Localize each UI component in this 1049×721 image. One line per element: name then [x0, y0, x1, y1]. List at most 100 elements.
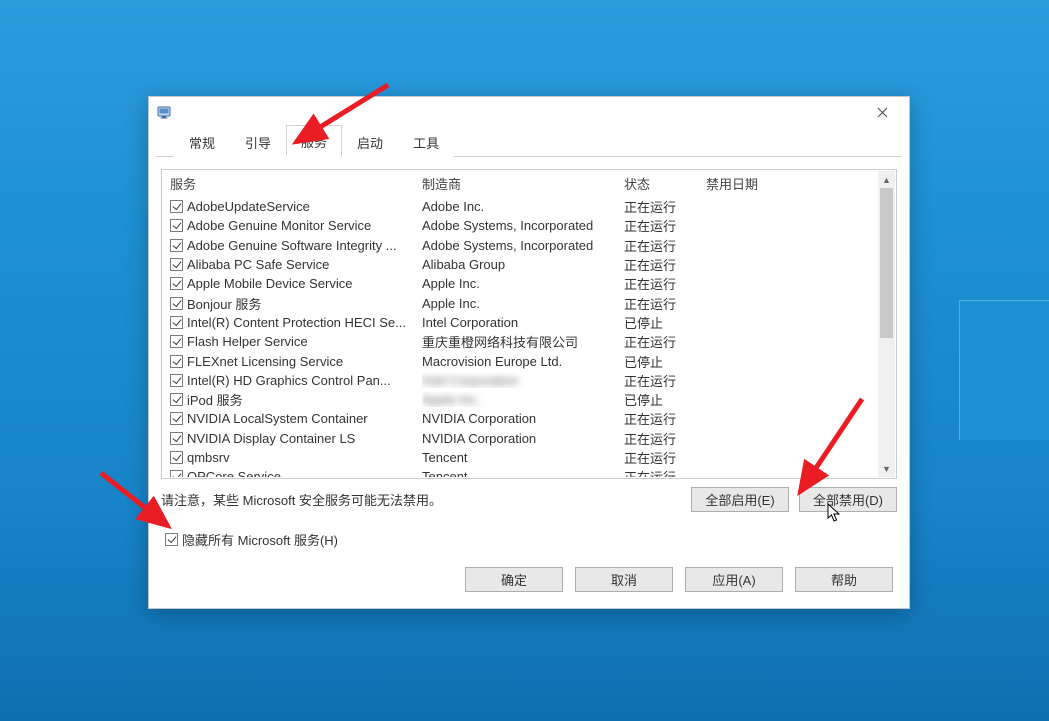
service-checkbox[interactable] [170, 412, 183, 425]
col-mfr-header[interactable]: 制造商 [422, 174, 624, 193]
service-manufacturer: Adobe Systems, Incorporated [422, 218, 624, 233]
table-row[interactable]: Bonjour 服务Apple Inc.正在运行 [162, 293, 896, 312]
tab-startup[interactable]: 启动 [342, 126, 398, 157]
table-row[interactable]: Apple Mobile Device Service Apple Inc.正在运… [162, 274, 896, 293]
services-list[interactable]: 服务 制造商 状态 禁用日期 AdobeUpdateService Adobe I… [161, 169, 897, 479]
service-manufacturer: Macrovision Europe Ltd. [422, 354, 624, 369]
service-checkbox[interactable] [170, 316, 183, 329]
service-status: 正在运行 [624, 294, 706, 313]
app-icon [157, 104, 173, 120]
service-status: 正在运行 [624, 448, 706, 467]
service-status: 正在运行 [624, 236, 706, 255]
service-checkbox[interactable] [170, 335, 183, 348]
service-status: 正在运行 [624, 409, 706, 428]
service-checkbox[interactable] [170, 393, 183, 406]
service-checkbox[interactable] [170, 297, 183, 310]
list-header[interactable]: 服务 制造商 状态 禁用日期 [162, 170, 896, 197]
table-row[interactable]: NVIDIA LocalSystem Container NVIDIA Corpo… [162, 409, 896, 428]
service-status: 正在运行 [624, 467, 706, 477]
service-manufacturer: Alibaba Group [422, 257, 624, 272]
service-checkbox[interactable] [170, 277, 183, 290]
service-checkbox[interactable] [170, 200, 183, 213]
service-checkbox[interactable] [170, 432, 183, 445]
service-manufacturer: NVIDIA Corporation [422, 431, 624, 446]
service-manufacturer: 重庆重橙网络科技有限公司 [422, 332, 624, 351]
tab-content: 服务 制造商 状态 禁用日期 AdobeUpdateService Adobe I… [149, 157, 909, 561]
service-name: QPCore Service [187, 469, 281, 477]
table-row[interactable]: NVIDIA Display Container LS NVIDIA Corpor… [162, 429, 896, 448]
col-service-header[interactable]: 服务 [170, 174, 422, 193]
scrollbar[interactable]: ▲ ▼ [878, 171, 895, 477]
col-date-header[interactable]: 禁用日期 [706, 174, 826, 193]
dialog-footer: 确定 取消 应用(A) 帮助 [465, 567, 893, 592]
service-status: 正在运行 [624, 371, 706, 390]
close-button[interactable] [863, 101, 901, 123]
table-row[interactable]: Adobe Genuine Software Integrity ... Adob… [162, 236, 896, 255]
service-manufacturer: Adobe Systems, Incorporated [422, 238, 624, 253]
table-row[interactable]: AdobeUpdateService Adobe Inc.正在运行 [162, 197, 896, 216]
scroll-thumb[interactable] [880, 188, 893, 338]
service-name: NVIDIA LocalSystem Container [187, 411, 368, 426]
hide-ms-checkbox[interactable] [165, 533, 178, 546]
service-checkbox[interactable] [170, 451, 183, 464]
table-row[interactable]: Intel(R) Content Protection HECI Se...In… [162, 313, 896, 332]
service-name: qmbsrv [187, 450, 230, 465]
service-status: 正在运行 [624, 429, 706, 448]
service-manufacturer: Tencent [422, 469, 624, 477]
hide-ms-row: 隐藏所有 Microsoft 服务(H) [161, 530, 897, 549]
tab-general[interactable]: 常规 [174, 126, 230, 157]
service-checkbox[interactable] [170, 219, 183, 232]
table-row[interactable]: Intel(R) HD Graphics Control Pan...Intel… [162, 371, 896, 390]
service-status: 正在运行 [624, 274, 706, 293]
service-name: Flash Helper Service [187, 334, 308, 349]
scroll-down-icon[interactable]: ▼ [878, 460, 895, 477]
service-name: Adobe Genuine Software Integrity ... [187, 238, 397, 253]
tab-tools[interactable]: 工具 [398, 126, 454, 157]
table-row[interactable]: FLEXnet Licensing Service Macrovision Eur… [162, 351, 896, 370]
service-status: 正在运行 [624, 216, 706, 235]
help-button[interactable]: 帮助 [795, 567, 893, 592]
hide-ms-label[interactable]: 隐藏所有 Microsoft 服务(H) [182, 530, 338, 549]
ok-button[interactable]: 确定 [465, 567, 563, 592]
table-row[interactable]: Flash Helper Service 重庆重橙网络科技有限公司正在运行 [162, 332, 896, 351]
disable-all-label: 全部禁用(D) [813, 490, 883, 509]
service-status: 正在运行 [624, 332, 706, 351]
service-checkbox[interactable] [170, 470, 183, 477]
service-checkbox[interactable] [170, 239, 183, 252]
service-manufacturer: Adobe Inc. [422, 199, 624, 214]
service-name: FLEXnet Licensing Service [187, 354, 343, 369]
msconfig-window: 常规 引导 服务 启动 工具 服务 制造商 状态 禁用日期 AdobeUpdat… [148, 96, 910, 609]
service-name: Apple Mobile Device Service [187, 276, 352, 291]
enable-all-button[interactable]: 全部启用(E) [691, 487, 789, 512]
disable-all-button[interactable]: 全部禁用(D) [799, 487, 897, 512]
col-status-header[interactable]: 状态 [624, 174, 706, 193]
service-manufacturer: Apple Inc. [422, 296, 624, 311]
scroll-up-icon[interactable]: ▲ [878, 171, 895, 188]
service-checkbox[interactable] [170, 374, 183, 387]
service-manufacturer: Apple Inc. [422, 392, 624, 407]
service-manufacturer: Apple Inc. [422, 276, 624, 291]
tab-boot[interactable]: 引导 [230, 126, 286, 157]
tabstrip: 常规 引导 服务 启动 工具 [156, 127, 902, 157]
table-row[interactable]: Alibaba PC Safe ServiceAlibaba Group正在运行 [162, 255, 896, 274]
service-checkbox[interactable] [170, 258, 183, 271]
table-row[interactable]: Adobe Genuine Monitor ServiceAdobe Syste… [162, 216, 896, 235]
list-body[interactable]: AdobeUpdateServiceAdobe Inc.正在运行Adobe Ge… [162, 197, 896, 477]
service-manufacturer: Tencent [422, 450, 624, 465]
service-name: NVIDIA Display Container LS [187, 431, 355, 446]
service-status: 已停止 [624, 313, 706, 332]
service-manufacturer: NVIDIA Corporation [422, 411, 624, 426]
service-name: AdobeUpdateService [187, 199, 310, 214]
service-manufacturer: Intel Corporation [422, 315, 624, 330]
service-status: 已停止 [624, 390, 706, 409]
note-text: 请注意，某些 Microsoft 安全服务可能无法禁用。 [161, 490, 691, 509]
table-row[interactable]: qmbsrv Tencent正在运行 [162, 448, 896, 467]
service-status: 正在运行 [624, 197, 706, 216]
apply-button[interactable]: 应用(A) [685, 567, 783, 592]
table-row[interactable]: iPod 服务Apple Inc.已停止 [162, 390, 896, 409]
table-row[interactable]: QPCore Service Tencent正在运行 [162, 467, 896, 477]
cancel-button[interactable]: 取消 [575, 567, 673, 592]
tab-services[interactable]: 服务 [286, 125, 342, 157]
titlebar[interactable] [149, 97, 909, 127]
service-checkbox[interactable] [170, 355, 183, 368]
